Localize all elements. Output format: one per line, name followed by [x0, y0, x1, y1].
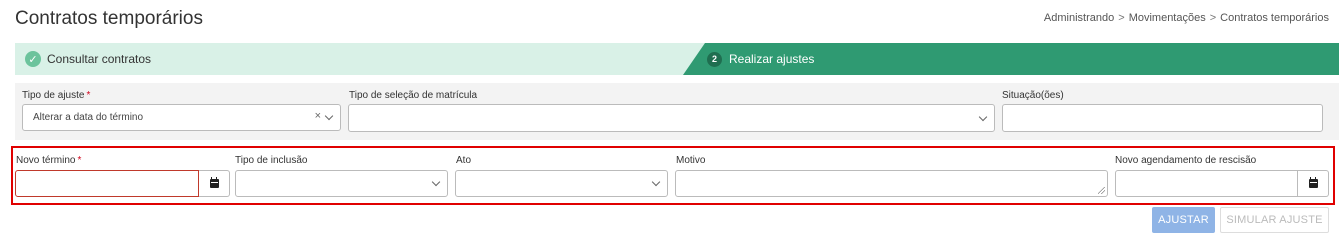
chevron-down-icon: [431, 177, 441, 187]
novo-termino-calendar-button[interactable]: [199, 170, 230, 197]
motivo-textarea[interactable]: [675, 170, 1108, 197]
step-number: 2: [707, 51, 722, 67]
breadcrumb-item-contratos: Contratos temporários: [1220, 12, 1329, 24]
breadcrumb-separator: >: [1118, 12, 1125, 24]
step-consultar-contratos[interactable]: ✓ Consultar contratos: [15, 43, 705, 75]
breadcrumb-separator: >: [1209, 12, 1217, 24]
tipo-inclusao-select[interactable]: [235, 170, 448, 197]
tipo-ajuste-label: Tipo de ajuste *: [22, 90, 91, 101]
chevron-down-icon: [651, 177, 661, 187]
ajustar-button[interactable]: AJUSTAR: [1152, 207, 1215, 233]
tipo-selecao-select[interactable]: [348, 104, 995, 132]
tipo-ajuste-value: Alterar a data do término: [33, 112, 144, 123]
novo-agendamento-input[interactable]: [1115, 170, 1298, 197]
wizard-steps: ✓ Consultar contratos 2 Realizar ajustes: [15, 43, 1339, 75]
motivo-label: Motivo: [676, 155, 706, 166]
novo-termino-input[interactable]: [15, 170, 199, 197]
calendar-icon: [209, 177, 219, 188]
breadcrumb-item-administrando[interactable]: Administrando: [1044, 12, 1114, 24]
page-title: Contratos temporários: [15, 8, 203, 29]
tipo-ajuste-select[interactable]: Alterar a data do término ×: [22, 104, 341, 131]
tipo-inclusao-label: Tipo de inclusão: [235, 155, 308, 166]
tipo-selecao-label: Tipo de seleção de matrícula: [349, 90, 478, 101]
resize-grip-icon[interactable]: [1098, 187, 1105, 194]
clear-icon[interactable]: ×: [315, 110, 321, 122]
calendar-icon: [1308, 177, 1318, 188]
novo-termino-label: Novo término *: [16, 155, 82, 166]
situacao-input[interactable]: [1002, 104, 1323, 132]
check-icon: ✓: [25, 51, 41, 67]
chevron-down-icon: [324, 111, 334, 121]
breadcrumb-item-movimentacoes[interactable]: Movimentações: [1129, 12, 1206, 24]
novo-agendamento-calendar-button[interactable]: [1298, 170, 1329, 197]
chevron-down-icon: [978, 112, 988, 122]
situacao-label: Situação(ões): [1002, 90, 1064, 101]
simular-ajuste-button[interactable]: SIMULAR AJUSTE: [1220, 207, 1329, 233]
novo-agendamento-label: Novo agendamento de rescisão: [1115, 155, 1257, 166]
step-label: Realizar ajustes: [729, 52, 815, 66]
ato-select[interactable]: [455, 170, 668, 197]
ato-label: Ato: [456, 155, 472, 166]
step-realizar-ajustes[interactable]: 2 Realizar ajustes: [683, 43, 1339, 75]
breadcrumb: Administrando > Movimentações > Contrato…: [1044, 12, 1329, 24]
step-label: Consultar contratos: [47, 52, 152, 66]
